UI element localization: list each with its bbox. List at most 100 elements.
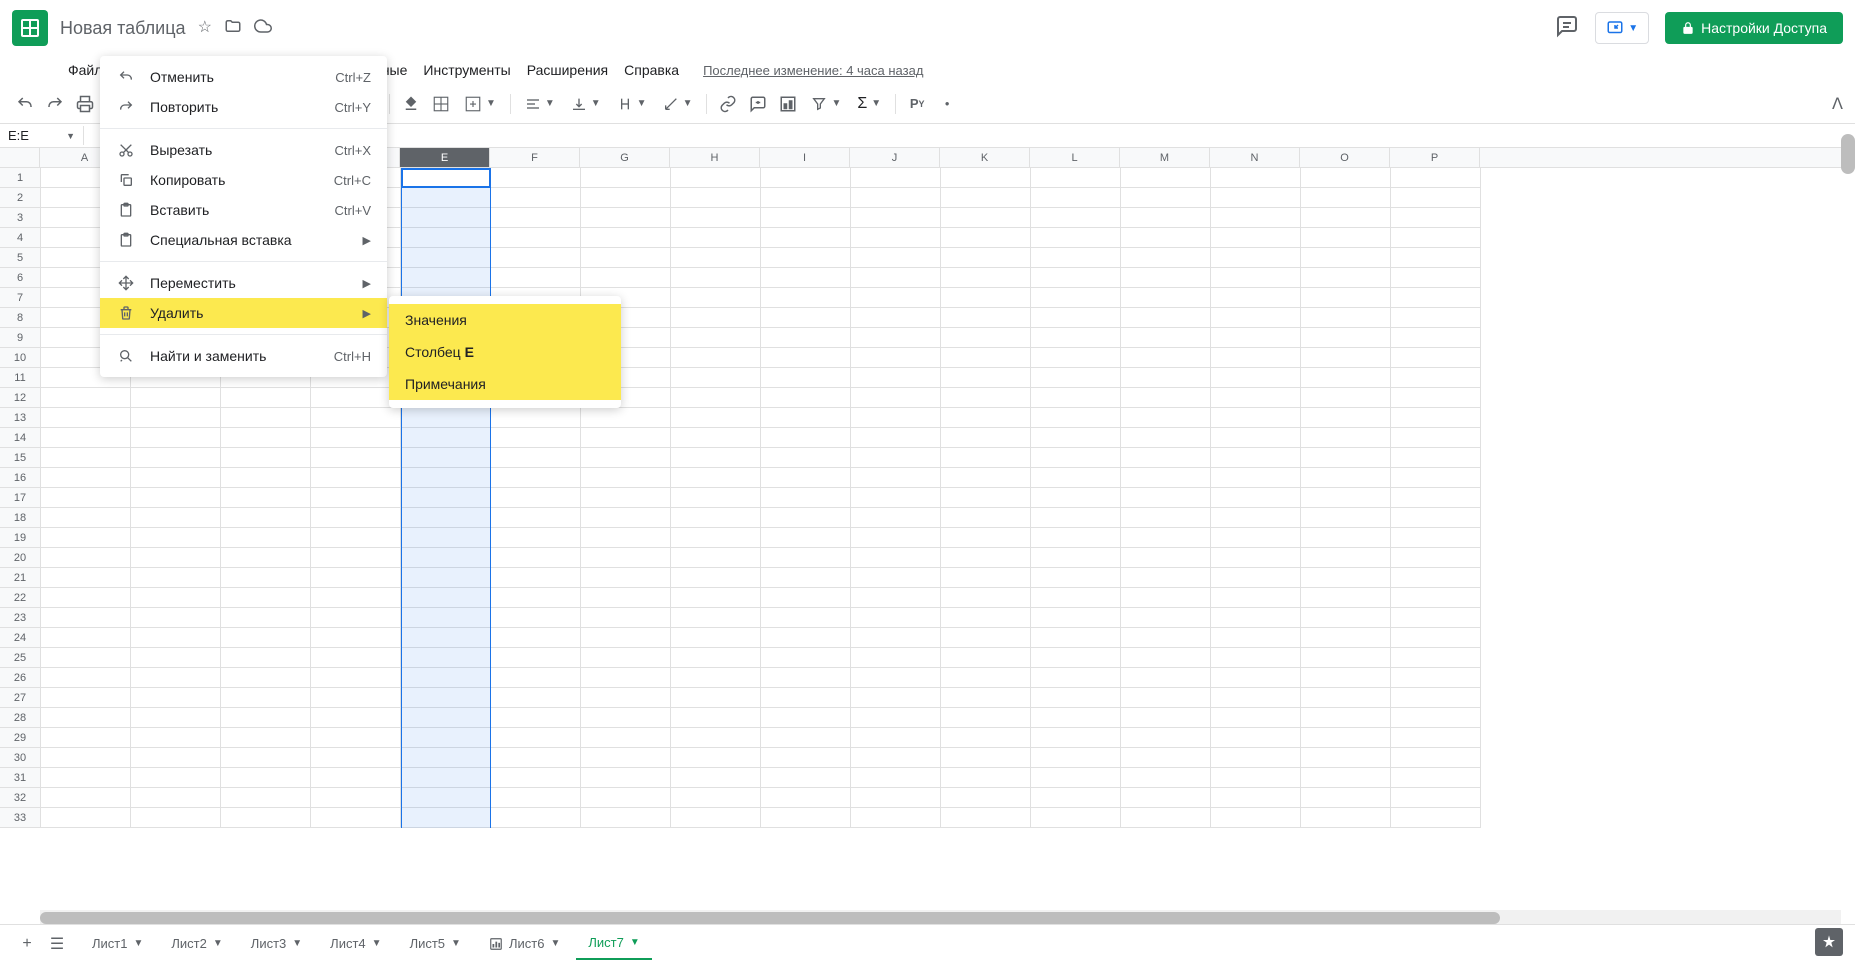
row-header[interactable]: 12 (0, 388, 40, 408)
present-button[interactable]: ▼ (1595, 12, 1649, 44)
cell[interactable] (1211, 448, 1301, 468)
cell[interactable] (491, 608, 581, 628)
cell[interactable] (1121, 688, 1211, 708)
row-header[interactable]: 26 (0, 668, 40, 688)
cell[interactable] (131, 588, 221, 608)
cell[interactable] (311, 448, 401, 468)
cell[interactable] (761, 208, 851, 228)
cell[interactable] (41, 808, 131, 828)
explore-button[interactable] (1815, 928, 1843, 956)
column-header[interactable]: P (1390, 148, 1480, 167)
cell[interactable] (1391, 328, 1481, 348)
row-header[interactable]: 20 (0, 548, 40, 568)
cell[interactable] (1031, 768, 1121, 788)
column-header[interactable]: I (760, 148, 850, 167)
cell[interactable] (1301, 528, 1391, 548)
cell[interactable] (671, 468, 761, 488)
cell[interactable] (1391, 808, 1481, 828)
cell[interactable] (941, 568, 1031, 588)
cell[interactable] (131, 768, 221, 788)
cell[interactable] (41, 408, 131, 428)
cell[interactable] (491, 648, 581, 668)
cell[interactable] (41, 588, 131, 608)
menu-item-paste[interactable]: ВставитьCtrl+V (100, 195, 387, 225)
star-icon[interactable]: ☆ (198, 17, 212, 40)
cell[interactable] (491, 208, 581, 228)
cell[interactable] (1031, 688, 1121, 708)
cell[interactable] (941, 428, 1031, 448)
cell[interactable] (1211, 308, 1301, 328)
menu-item-find[interactable]: Найти и заменитьCtrl+H (100, 341, 387, 371)
cell[interactable] (1211, 608, 1301, 628)
cell[interactable] (1391, 188, 1481, 208)
row-header[interactable]: 18 (0, 508, 40, 528)
cell[interactable] (581, 748, 671, 768)
menu-справка[interactable]: Справка (616, 58, 687, 82)
cell[interactable] (1211, 808, 1301, 828)
cell[interactable] (941, 348, 1031, 368)
cell[interactable] (1031, 188, 1121, 208)
cell[interactable] (1301, 768, 1391, 788)
cell[interactable] (221, 768, 311, 788)
cell[interactable] (761, 708, 851, 728)
cell[interactable] (671, 188, 761, 208)
column-header[interactable]: F (490, 148, 580, 167)
cell[interactable] (671, 328, 761, 348)
cell[interactable] (491, 748, 581, 768)
halign-button[interactable]: ▼ (519, 93, 561, 115)
row-header[interactable]: 23 (0, 608, 40, 628)
cell[interactable] (1391, 728, 1481, 748)
cell[interactable] (581, 608, 671, 628)
cell[interactable] (1031, 748, 1121, 768)
cell[interactable] (131, 528, 221, 548)
cell[interactable] (1391, 168, 1481, 188)
cell[interactable] (941, 488, 1031, 508)
cell[interactable] (941, 728, 1031, 748)
all-sheets-button[interactable]: ☰ (42, 929, 72, 959)
cell[interactable] (1211, 788, 1301, 808)
cell[interactable] (671, 548, 761, 568)
cell[interactable] (311, 728, 401, 748)
cell[interactable] (1391, 768, 1481, 788)
cell[interactable] (1391, 408, 1481, 428)
active-cell[interactable] (401, 168, 491, 188)
cell[interactable] (761, 688, 851, 708)
cell[interactable] (311, 468, 401, 488)
cell[interactable] (491, 448, 581, 468)
sheet-tab[interactable]: Лист2▼ (159, 927, 234, 960)
cell[interactable] (311, 748, 401, 768)
cell[interactable] (761, 328, 851, 348)
cell[interactable] (581, 668, 671, 688)
cell[interactable] (131, 788, 221, 808)
cell[interactable] (1301, 228, 1391, 248)
cell[interactable] (131, 548, 221, 568)
cell[interactable] (671, 608, 761, 628)
cell[interactable] (1301, 728, 1391, 748)
cell[interactable] (1211, 528, 1301, 548)
cell[interactable] (1121, 248, 1211, 268)
cell[interactable] (311, 428, 401, 448)
cell[interactable] (851, 788, 941, 808)
cell[interactable] (671, 588, 761, 608)
cell[interactable] (1211, 228, 1301, 248)
cell[interactable] (1391, 708, 1481, 728)
cell[interactable] (41, 488, 131, 508)
cell[interactable] (1121, 568, 1211, 588)
cell[interactable] (851, 188, 941, 208)
row-header[interactable]: 9 (0, 328, 40, 348)
cell[interactable] (581, 508, 671, 528)
share-button[interactable]: Настройки Доступа (1665, 12, 1843, 44)
cell[interactable] (671, 208, 761, 228)
cell[interactable] (851, 288, 941, 308)
cell[interactable] (1211, 428, 1301, 448)
cell[interactable] (761, 268, 851, 288)
cell[interactable] (221, 588, 311, 608)
cell[interactable] (1391, 528, 1481, 548)
cell[interactable] (941, 588, 1031, 608)
cell[interactable] (941, 548, 1031, 568)
cell[interactable] (581, 768, 671, 788)
sheet-tab[interactable]: Лист6▼ (477, 927, 572, 960)
horizontal-scrollbar[interactable] (40, 912, 1500, 924)
cell[interactable] (131, 728, 221, 748)
cell[interactable] (131, 508, 221, 528)
